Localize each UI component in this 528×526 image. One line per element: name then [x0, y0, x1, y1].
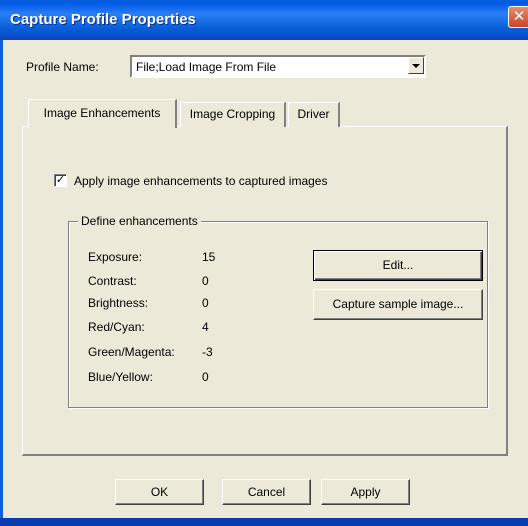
edit-button[interactable]: Edit...	[313, 250, 483, 281]
green-magenta-value: -3	[202, 345, 213, 359]
brightness-label: Brightness:	[88, 296, 149, 310]
red-cyan-label: Red/Cyan:	[88, 320, 145, 334]
profile-name-dropdown[interactable]: File;Load Image From File	[130, 55, 426, 78]
group-label: Define enhancements	[78, 214, 201, 228]
red-cyan-value: 4	[202, 320, 209, 334]
exposure-value: 15	[202, 250, 216, 264]
blue-yellow-value: 0	[202, 370, 209, 384]
apply-enhancements-label[interactable]: Apply image enhancements to captured ima…	[74, 174, 327, 188]
title-bar[interactable]: Capture Profile Properties ✕	[0, 0, 528, 40]
apply-enhancements-checkbox[interactable]: ✓	[54, 174, 67, 187]
tab-image-enhancements[interactable]: Image Enhancements	[28, 99, 177, 128]
contrast-value: 0	[202, 274, 209, 288]
tab-label: Image Cropping	[189, 107, 276, 121]
window-bottom-border	[0, 518, 528, 526]
window-left-border	[0, 40, 3, 526]
capture-sample-image-button[interactable]: Capture sample image...	[313, 289, 483, 320]
ok-button[interactable]: OK	[115, 479, 204, 505]
profile-name-label: Profile Name:	[26, 60, 99, 74]
window-title: Capture Profile Properties	[10, 11, 196, 28]
tab-label: Image Enhancements	[43, 106, 161, 120]
tab-label: Driver	[297, 107, 330, 121]
exposure-label: Exposure:	[88, 250, 143, 264]
green-magenta-label: Green/Magenta:	[88, 345, 175, 359]
chevron-down-icon[interactable]	[408, 57, 424, 74]
brightness-value: 0	[202, 296, 209, 310]
close-icon[interactable]: ✕	[508, 6, 528, 28]
tab-image-cropping[interactable]: Image Cropping	[180, 102, 286, 127]
cancel-button[interactable]: Cancel	[222, 479, 311, 505]
blue-yellow-label: Blue/Yellow:	[88, 370, 153, 384]
apply-button[interactable]: Apply	[321, 479, 410, 505]
tab-driver[interactable]: Driver	[288, 102, 340, 127]
contrast-label: Contrast:	[88, 274, 137, 288]
profile-name-value: File;Load Image From File	[136, 60, 277, 74]
